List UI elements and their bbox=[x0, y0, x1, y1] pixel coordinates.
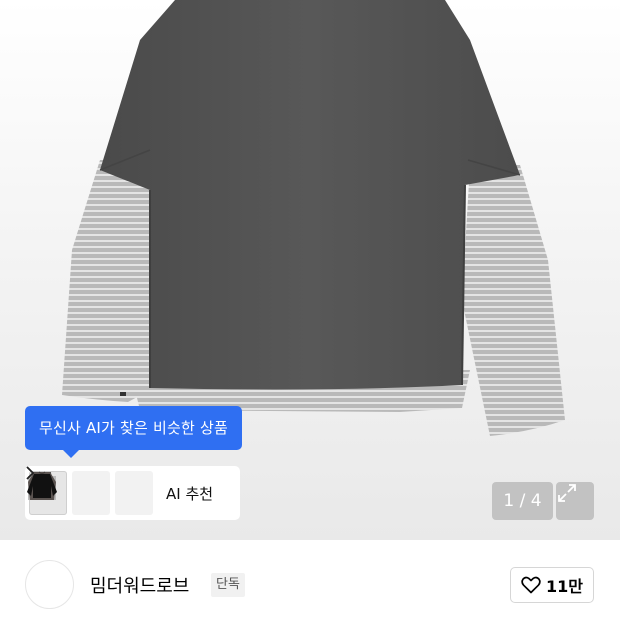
brand-name[interactable]: 밈더워드로브 bbox=[90, 572, 189, 598]
ai-recommend-card[interactable]: AI 추천 bbox=[25, 466, 240, 520]
brand-avatar[interactable] bbox=[25, 560, 74, 609]
like-count: 11만 bbox=[546, 577, 583, 596]
ai-similar-products-tooltip: 무신사 AI가 찾은 비슷한 상품 bbox=[25, 406, 242, 458]
expand-image-button[interactable] bbox=[556, 482, 594, 520]
ai-recommend-label: AI 추천 bbox=[166, 484, 214, 503]
recommend-thumbnail[interactable] bbox=[27, 471, 153, 515]
heart-outline-icon bbox=[521, 576, 541, 594]
brand-row: 밈더워드로브 단독 11만 bbox=[0, 540, 620, 620]
expand-icon bbox=[558, 484, 576, 502]
exclusive-badge: 단독 bbox=[211, 573, 245, 597]
product-image bbox=[62, 0, 565, 436]
recommend-thumbnail[interactable] bbox=[28, 471, 110, 515]
image-page-counter: 1 / 4 bbox=[492, 482, 553, 520]
product-image-gallery[interactable]: 무신사 AI가 찾은 비슷한 상품 AI 추천 1 / 4 bbox=[0, 0, 620, 540]
like-button[interactable]: 11만 bbox=[510, 567, 594, 603]
